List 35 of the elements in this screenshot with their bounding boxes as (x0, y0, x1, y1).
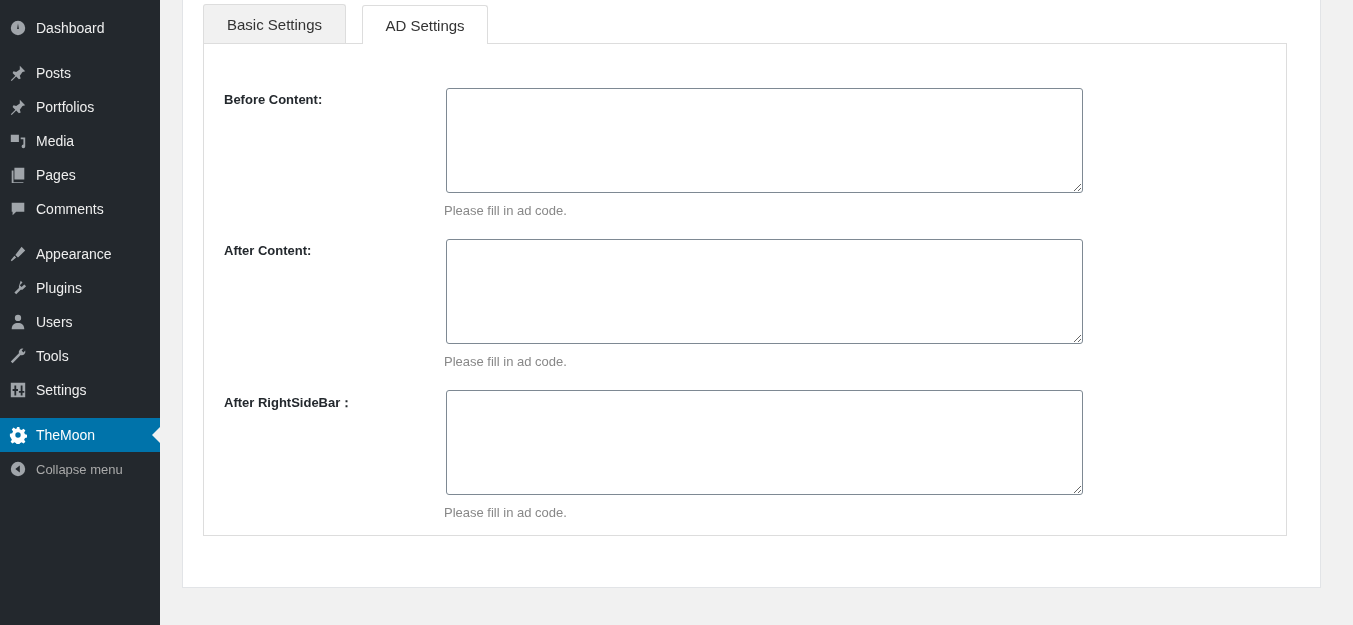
ad-code-textarea[interactable] (446, 239, 1083, 344)
menu-icon (9, 381, 27, 399)
menu-icon (9, 313, 27, 331)
menu-item[interactable]: Settings (0, 373, 160, 407)
menu-icon (9, 426, 27, 444)
menu-icon (9, 132, 27, 150)
menu-item[interactable]: Users (0, 305, 160, 339)
menu-item[interactable]: Posts (0, 56, 160, 90)
menu-item[interactable]: Pages (0, 158, 160, 192)
menu-icon (9, 64, 27, 82)
menu-icon (9, 98, 27, 116)
field-hint: Please fill in ad code. (444, 203, 568, 218)
menu-item[interactable]: Portfolios (0, 90, 160, 124)
field-label: After RightSideBar： (224, 394, 355, 412)
menu-item[interactable]: Comments (0, 192, 160, 226)
menu-item[interactable]: Dashboard (0, 11, 160, 45)
ad-code-textarea[interactable] (446, 390, 1083, 495)
menu-item[interactable]: Plugins (0, 271, 160, 305)
menu-icon (9, 19, 27, 37)
field-hint: Please fill in ad code. (444, 505, 568, 520)
menu-icon (9, 245, 27, 263)
menu-item[interactable]: Tools (0, 339, 160, 373)
collapse-menu-button[interactable]: Collapse menu (0, 452, 160, 486)
field-label: Before Content: (224, 91, 324, 109)
menu-item[interactable]: TheMoon (0, 418, 160, 452)
collapse-icon (9, 460, 27, 478)
menu-icon (9, 347, 27, 365)
ad-code-textarea[interactable] (446, 88, 1083, 193)
menu-item[interactable]: Media (0, 124, 160, 158)
menu-icon (9, 166, 27, 184)
menu-item[interactable]: Appearance (0, 237, 160, 271)
settings-tab[interactable]: AD Settings (362, 5, 488, 44)
field-hint: Please fill in ad code. (444, 354, 568, 369)
settings-tab[interactable]: Basic Settings (203, 4, 346, 43)
field-label: After Content: (224, 242, 313, 260)
